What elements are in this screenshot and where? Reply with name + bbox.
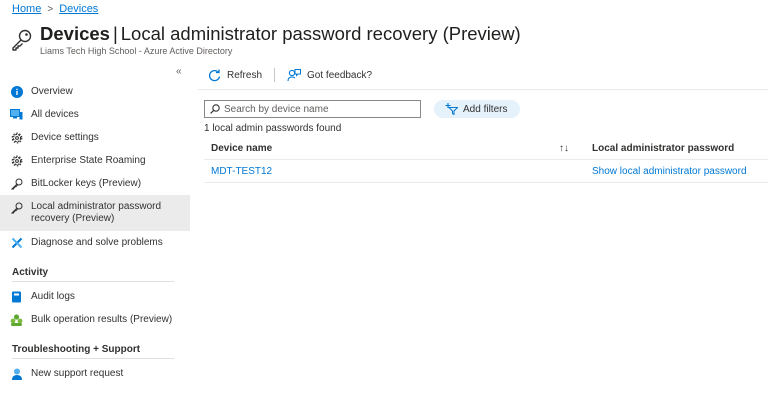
sidebar-item-label: Local administrator password recovery (P… — [31, 201, 162, 224]
page-title-rest: Local administrator password recovery (P… — [120, 23, 521, 44]
sidebar-item-label: Diagnose and solve problems — [31, 236, 163, 248]
support-person-icon — [10, 367, 23, 380]
sidebar-item-device-settings[interactable]: Device settings — [0, 126, 190, 149]
search-box[interactable] — [204, 100, 421, 118]
more-options-button[interactable]: ··· — [498, 28, 514, 43]
toolbar-divider — [198, 89, 768, 90]
command-bar: Refresh Got feedback? — [208, 68, 372, 82]
sidebar-item-overview[interactable]: Overview — [0, 80, 190, 103]
sidebar-item-label: All devices — [31, 108, 79, 120]
sidebar-item-label: Enterprise State Roaming — [31, 154, 146, 166]
breadcrumb-home-link[interactable]: Home — [12, 3, 41, 15]
sidebar-divider — [12, 281, 174, 282]
breadcrumb-devices-link[interactable]: Devices — [59, 3, 98, 15]
search-input[interactable] — [224, 103, 414, 115]
page-title-separator: | — [112, 23, 118, 44]
device-name-link[interactable]: MDT-TEST12 — [204, 166, 559, 177]
sidebar-item-local-admin-password-recovery[interactable]: Local administrator password recovery (P… — [0, 195, 190, 231]
sidebar-item-label: New support request — [31, 367, 124, 379]
sidebar-item-enterprise-state-roaming[interactable]: Enterprise State Roaming — [0, 149, 190, 172]
add-filters-label: Add filters — [463, 103, 508, 115]
people-icon — [10, 313, 23, 326]
key-icon — [12, 29, 32, 51]
table-header: Device name ↑↓ Local administrator passw… — [204, 138, 768, 160]
refresh-button[interactable]: Refresh — [208, 69, 262, 82]
feedback-label: Got feedback? — [307, 69, 373, 81]
sidebar: Overview All devices Device settings Ent… — [0, 80, 190, 385]
sidebar-item-diagnose-and-solve[interactable]: Diagnose and solve problems — [0, 231, 190, 254]
refresh-label: Refresh — [227, 69, 263, 81]
sidebar-item-all-devices[interactable]: All devices — [0, 103, 190, 126]
sidebar-item-label: Audit logs — [31, 290, 75, 302]
sidebar-item-label: Overview — [31, 85, 73, 97]
collapse-sidebar-button[interactable]: « — [176, 66, 182, 77]
add-filter-icon — [445, 103, 458, 115]
key-icon — [10, 177, 23, 190]
sidebar-item-label: BitLocker keys (Preview) — [31, 177, 142, 189]
devices-table: Device name ↑↓ Local administrator passw… — [204, 138, 768, 183]
page-subtitle: Liams Tech High School - Azure Active Di… — [40, 46, 233, 56]
add-filters-button[interactable]: Add filters — [434, 100, 521, 118]
sidebar-item-label: Device settings — [31, 131, 99, 143]
table-row: MDT-TEST12 Show local administrator pass… — [204, 160, 768, 183]
devices-icon — [10, 108, 23, 121]
sidebar-item-audit-logs[interactable]: Audit logs — [0, 285, 190, 308]
key-icon — [10, 201, 23, 214]
breadcrumb-separator: > — [47, 3, 54, 15]
sort-icon[interactable]: ↑↓ — [559, 143, 592, 154]
feedback-button[interactable]: Got feedback? — [287, 68, 373, 82]
sidebar-item-label: Bulk operation results (Preview) — [31, 313, 173, 325]
feedback-icon — [287, 68, 302, 81]
sidebar-item-new-support-request[interactable]: New support request — [0, 362, 190, 385]
book-icon — [10, 290, 23, 303]
sidebar-divider — [12, 358, 174, 359]
info-icon — [10, 85, 23, 98]
gear-icon — [10, 131, 23, 144]
column-header-local-admin-password[interactable]: Local administrator password — [592, 143, 768, 154]
sidebar-section-activity: Activity — [12, 267, 49, 278]
page-title-bold: Devices — [40, 23, 110, 44]
gear-icon — [10, 154, 23, 167]
refresh-icon — [208, 69, 221, 81]
sidebar-item-bitlocker-keys[interactable]: BitLocker keys (Preview) — [0, 172, 190, 195]
results-count: 1 local admin passwords found — [204, 123, 342, 134]
page-header: Devices | Local administrator password rec… — [10, 22, 521, 56]
column-header-device-name[interactable]: Device name — [204, 143, 559, 154]
wrench-icon — [10, 236, 23, 249]
breadcrumb: Home > Devices — [12, 3, 98, 15]
page-title: Devices | Local administrator password rec… — [40, 22, 521, 46]
search-icon — [210, 104, 220, 114]
toolbar-separator — [274, 68, 276, 82]
sidebar-item-bulk-operation-results[interactable]: Bulk operation results (Preview) — [0, 308, 190, 331]
show-password-link[interactable]: Show local administrator password — [592, 166, 768, 177]
sidebar-section-troubleshooting: Troubleshooting + Support — [12, 344, 141, 355]
